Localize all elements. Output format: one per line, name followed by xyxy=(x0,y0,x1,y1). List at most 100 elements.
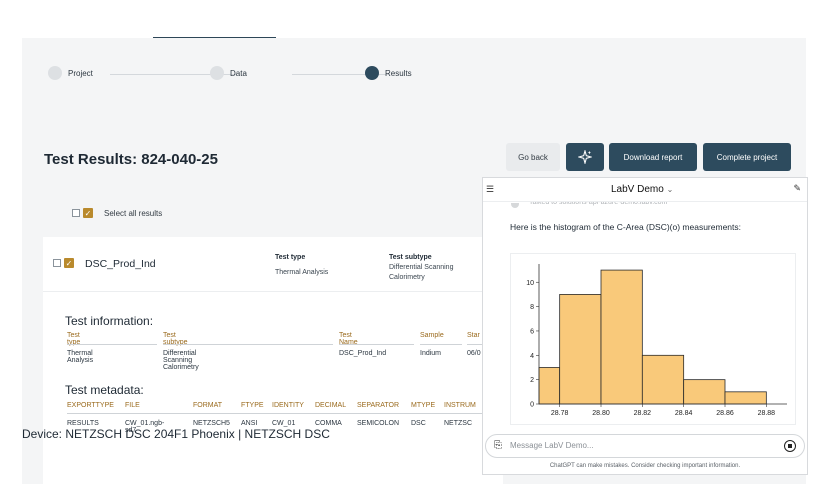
table-cell: DSC_Prod_Ind xyxy=(339,350,387,357)
message-placeholder: Message LabV Demo... xyxy=(510,441,594,450)
test-subtype-value-line1: Differential Scanning xyxy=(389,264,454,271)
table-cell: COMMA xyxy=(315,420,342,427)
table-header: MTYPE xyxy=(411,402,436,409)
attach-icon[interactable]: ⎘ xyxy=(494,440,502,451)
histogram-bar xyxy=(724,391,767,405)
step-dot xyxy=(210,66,224,80)
x-tick-label: 28.82 xyxy=(634,410,652,417)
table-header: Sample xyxy=(420,332,444,339)
test-checkbox[interactable]: ✓ xyxy=(64,258,74,268)
disclaimer-text: ChatGPT can make mistakes. Consider chec… xyxy=(549,463,741,469)
step-dot-active xyxy=(365,66,379,80)
histogram-chart: 0 2 4 6 8 10 28.78 28.80 28.82 28.84 28.86 28.88 xyxy=(510,253,796,425)
histogram-bar xyxy=(641,354,685,405)
histogram-bar xyxy=(683,379,726,405)
complete-project-button[interactable]: Complete project xyxy=(703,143,791,171)
test-name: DSC_Prod_Ind xyxy=(85,258,156,270)
header-underline xyxy=(67,413,497,414)
x-tick-label: 28.80 xyxy=(592,410,610,417)
header-underline xyxy=(339,344,414,345)
test-checkbox-empty[interactable] xyxy=(53,259,61,267)
table-cell: RESULTS xyxy=(67,420,99,427)
select-all-label: Select all results xyxy=(104,208,163,218)
table-cell: Thermal Analysis xyxy=(67,350,94,364)
step-label: Results xyxy=(385,68,412,78)
test-type-key: Test type xyxy=(275,254,306,261)
header-underline xyxy=(67,344,157,345)
progress-stepper: Project Data Results xyxy=(48,66,428,84)
y-tick-label: 8 xyxy=(530,304,534,311)
test-result-panel: ✓ DSC_Prod_Ind Test type Thermal Analysi… xyxy=(43,237,507,484)
histogram-bar xyxy=(538,367,561,405)
test-row: ✓ DSC_Prod_Ind Test type Thermal Analysi… xyxy=(53,253,493,283)
table-header: EXPORTTYPE xyxy=(67,402,114,409)
chat-title-label: LabV Demo xyxy=(611,184,664,195)
table-cell: SEMICOLON xyxy=(357,420,400,427)
message-input[interactable]: ⎘ Message LabV Demo... xyxy=(485,434,805,458)
table-header: SEPARATOR xyxy=(357,402,400,409)
sparkle-icon xyxy=(578,150,592,164)
y-tick-label: 2 xyxy=(530,377,534,384)
table-header: Star xyxy=(467,332,480,339)
y-tick-label: 6 xyxy=(530,328,534,335)
step-results[interactable]: Results xyxy=(365,66,412,80)
chat-assistant-panel: ☰ LabV Demo ⌄ ✎ Talked to solutions-api-… xyxy=(482,177,808,475)
select-all-checkbox[interactable]: ✓ xyxy=(83,208,93,218)
go-back-button[interactable]: Go back xyxy=(506,143,560,171)
x-tick-label: 28.84 xyxy=(675,410,693,417)
table-header: DECIMAL xyxy=(315,402,347,409)
table-cell: Indium xyxy=(420,350,442,357)
table-cell: ANSI xyxy=(241,420,258,427)
test-subtype-value-line2: Calorimetry xyxy=(389,274,425,281)
ai-assist-button[interactable] xyxy=(566,143,604,171)
assistant-message: Here is the histogram of the C-Area (DSC… xyxy=(510,222,741,232)
menu-icon[interactable]: ☰ xyxy=(486,184,494,195)
test-metadata-heading: Test metadata: xyxy=(65,383,144,397)
test-subtype-key: Test subtype xyxy=(389,254,432,261)
table-cell: 06/0 xyxy=(467,350,481,357)
table-header: FTYPE xyxy=(241,402,264,409)
table-cell: CW_01 xyxy=(272,420,296,427)
step-dot xyxy=(48,66,62,80)
chat-header: ☰ LabV Demo ⌄ ✎ xyxy=(483,178,807,202)
download-report-button[interactable]: Download report xyxy=(609,143,697,171)
table-cell: DSC xyxy=(411,420,426,427)
table-cell: NETZSCH5 xyxy=(193,420,230,427)
table-cell: Differential Scanning Calorimetry xyxy=(163,350,199,371)
y-tick-label: 4 xyxy=(530,353,534,360)
table-cell: NETZSC xyxy=(444,420,472,427)
stop-icon[interactable] xyxy=(784,440,796,452)
chevron-down-icon: ⌄ xyxy=(666,185,674,194)
histogram-bar xyxy=(559,294,602,405)
header-underline xyxy=(163,344,333,345)
chat-title[interactable]: LabV Demo ⌄ xyxy=(611,184,673,195)
page-title: Test Results: 824-040-25 xyxy=(44,151,218,168)
select-all-row[interactable]: ✓ Select all results xyxy=(72,208,162,218)
x-tick-label: 28.78 xyxy=(551,410,569,417)
step-data[interactable]: Data xyxy=(210,66,247,80)
table-header: INSTRUM xyxy=(444,402,476,409)
test-subtype-field: Test subtype Differential Scanning Calor… xyxy=(389,253,453,283)
new-chat-icon[interactable]: ✎ xyxy=(793,183,801,194)
table-header: FILE xyxy=(125,402,140,409)
x-tick-label: 28.86 xyxy=(716,410,734,417)
table-header: IDENTITY xyxy=(272,402,304,409)
histogram-bar xyxy=(600,269,643,405)
tool-call-icon xyxy=(511,203,519,208)
test-type-field: Test type Thermal Analysis xyxy=(275,253,328,278)
test-type-value: Thermal Analysis xyxy=(275,269,329,276)
step-label: Project xyxy=(68,68,93,78)
select-all-checkbox-empty[interactable] xyxy=(72,209,80,217)
header-underline xyxy=(420,344,462,345)
histogram-svg: 0 2 4 6 8 10 28.78 28.80 28.82 28.84 28.86 28.88 xyxy=(526,264,787,417)
step-label: Data xyxy=(230,68,247,78)
device-heading: Device: NETZSCH DSC 204F1 Phoenix | NETZ… xyxy=(22,427,330,441)
step-project[interactable]: Project xyxy=(48,66,93,80)
x-tick-label: 28.88 xyxy=(758,410,776,417)
table-header: FORMAT xyxy=(193,402,223,409)
y-tick-label: 0 xyxy=(530,402,534,409)
y-tick-label: 10 xyxy=(526,280,534,287)
tool-call-status: Talked to solutions-api-azure-demo.labv.… xyxy=(529,202,668,206)
divider xyxy=(43,291,503,292)
test-checkboxes[interactable]: ✓ xyxy=(53,258,74,268)
